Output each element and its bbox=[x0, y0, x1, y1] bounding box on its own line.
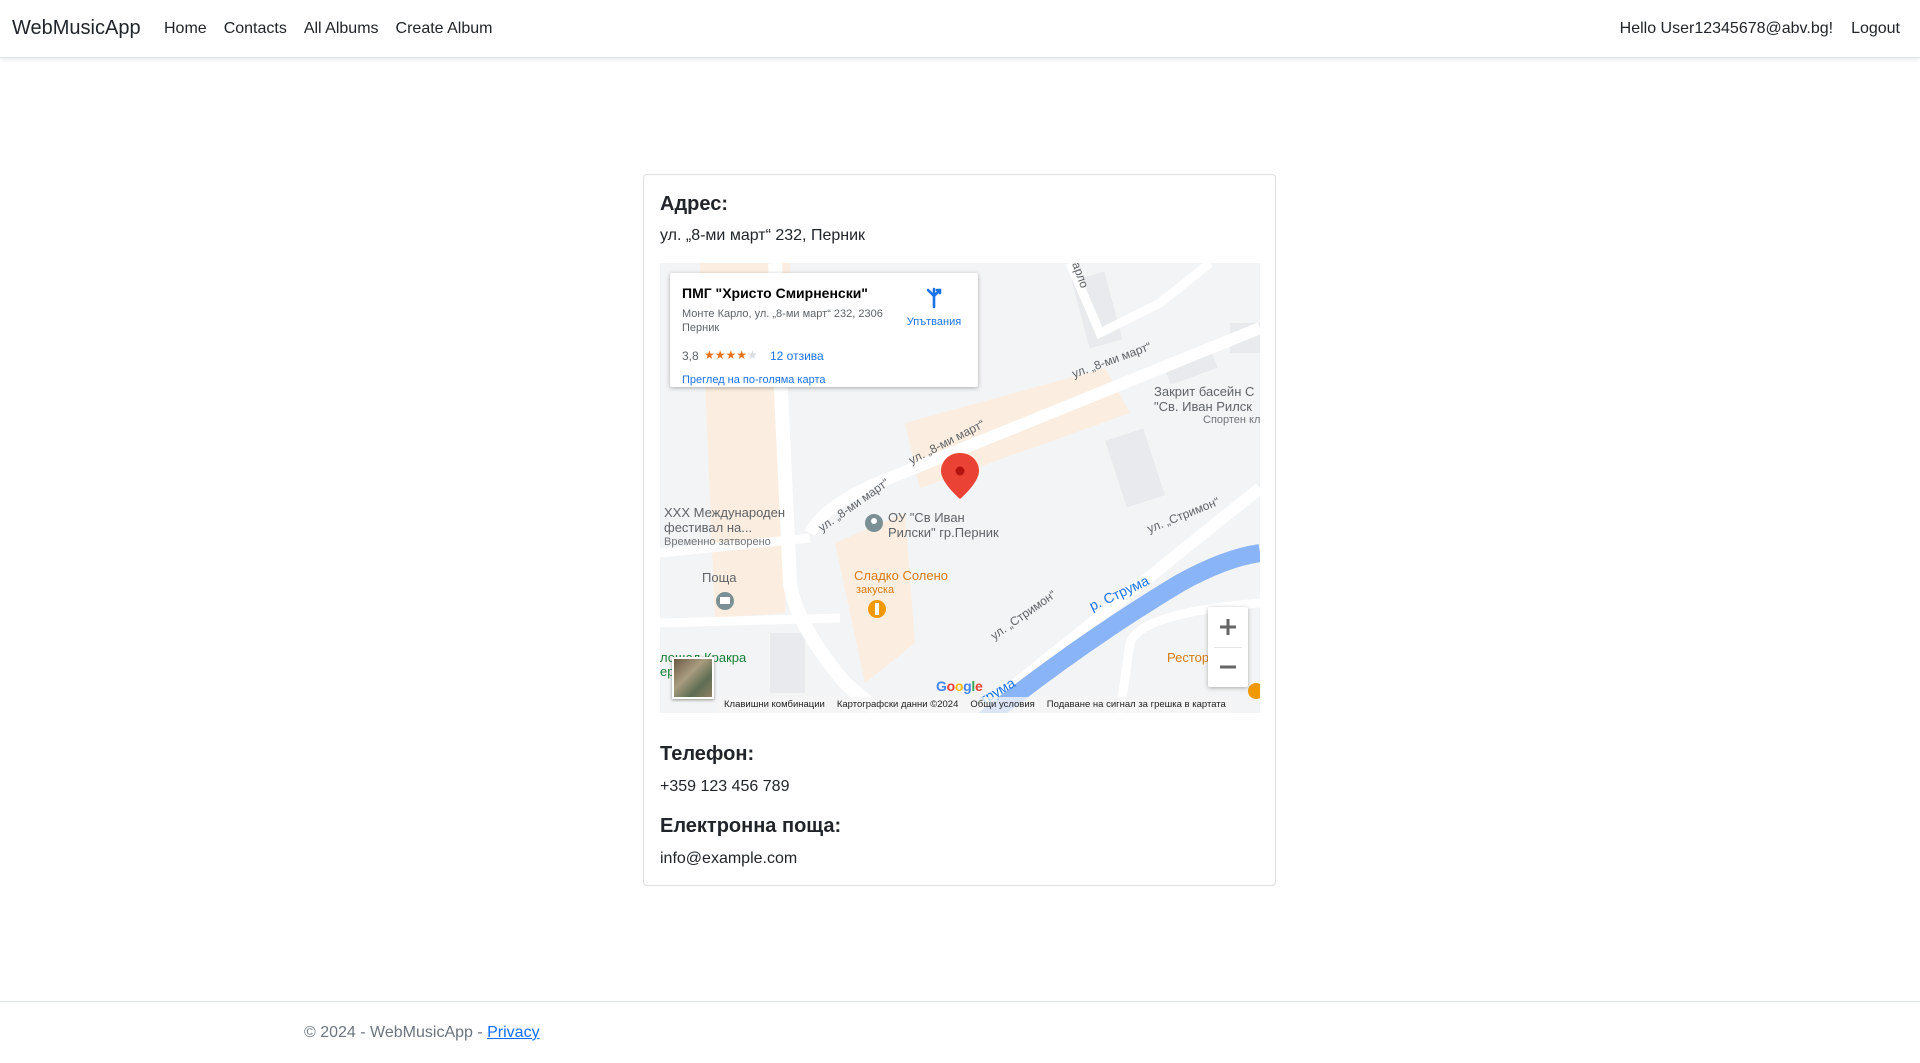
navbar: WebMusicApp Home Contacts All Albums Cre… bbox=[0, 0, 1920, 58]
directions-button[interactable]: Упътвания bbox=[896, 287, 972, 328]
nav-contacts[interactable]: Contacts bbox=[224, 20, 287, 38]
brand-link[interactable]: WebMusicApp bbox=[12, 17, 141, 40]
report-error-link[interactable]: Подаване на сигнал за грешка в картата bbox=[1041, 697, 1232, 713]
satellite-toggle-thumbnail[interactable] bbox=[672, 657, 714, 699]
terms-link[interactable]: Общи условия bbox=[964, 697, 1040, 713]
nav-links: Home Contacts All Albums Create Album bbox=[164, 20, 492, 38]
poi-school-label[interactable]: Рилски" гр.Перник bbox=[888, 525, 999, 540]
poi-post-label[interactable]: Поща bbox=[702, 570, 737, 585]
poi-pool-label[interactable]: "Св. Иван Рилск bbox=[1154, 399, 1252, 414]
poi-festival-label[interactable]: XXX Международен bbox=[664, 505, 785, 520]
footer: © 2024 - WebMusicApp - Privacy bbox=[0, 1001, 1920, 1063]
place-address: Монте Карло, ул. „8-ми март“ 232, 2306 П… bbox=[682, 308, 883, 334]
privacy-link[interactable]: Privacy bbox=[487, 1024, 539, 1041]
place-rating: 3,8 bbox=[682, 349, 699, 363]
user-greeting[interactable]: Hello User12345678@abv.bg! bbox=[1620, 20, 1833, 38]
google-map[interactable]: ул. „8-ми март“ ул. „8-ми март“ ул. „8-м… bbox=[660, 263, 1260, 713]
reviews-link[interactable]: 12 отзива bbox=[770, 349, 824, 363]
poi-festival-label[interactable]: фестивал на... bbox=[664, 520, 752, 535]
nav-user-area: Hello User12345678@abv.bg! Logout bbox=[1620, 20, 1900, 38]
phone-value: +359 123 456 789 bbox=[660, 778, 790, 795]
copyright-text: © 2024 - WebMusicApp - bbox=[304, 1024, 488, 1041]
poi-food-type: закуска bbox=[856, 584, 895, 596]
poi-food-label[interactable]: Сладко Солено bbox=[854, 568, 948, 583]
place-info-card: ПМГ "Христо Смирненски" Монте Карло, ул.… bbox=[670, 273, 978, 387]
rating-stars-icon: ★★★★★ bbox=[704, 348, 758, 362]
contact-card: Адрес: ул. „8-ми март“ 232, Перник ул. „… bbox=[643, 174, 1276, 886]
minus-icon bbox=[1220, 665, 1236, 669]
address-value: ул. „8-ми март“ 232, Перник bbox=[660, 227, 866, 244]
plus-icon bbox=[1220, 619, 1236, 635]
address-label: Адрес: bbox=[660, 193, 728, 215]
poi-pool-label[interactable]: Закрит басейн С bbox=[1154, 384, 1254, 399]
nav-create-album[interactable]: Create Album bbox=[396, 20, 493, 38]
larger-map-link[interactable]: Преглед на по-голяма карта bbox=[682, 374, 826, 386]
phone-label: Телефон: bbox=[660, 743, 755, 765]
zoom-out-button[interactable] bbox=[1208, 647, 1248, 687]
zoom-controls bbox=[1208, 607, 1248, 687]
directions-icon bbox=[926, 287, 942, 309]
poi-festival-status: Временно затворено bbox=[664, 536, 771, 548]
nav-home[interactable]: Home bbox=[164, 20, 207, 38]
keyboard-shortcuts-link[interactable]: Клавишни комбинации bbox=[718, 697, 831, 713]
map-attribution-bar: Клавишни комбинации Картографски данни ©… bbox=[718, 697, 1232, 713]
google-logo: Google bbox=[936, 678, 983, 694]
email-label: Електронна поща: bbox=[660, 815, 842, 837]
footer-text: © 2024 - WebMusicApp - Privacy bbox=[304, 1024, 540, 1042]
nav-all-albums[interactable]: All Albums bbox=[304, 20, 379, 38]
map-data-credit: Картографски данни ©2024 bbox=[836, 699, 959, 710]
poi-school-label[interactable]: ОУ "Св Иван bbox=[888, 510, 965, 525]
place-name: ПМГ "Христо Смирненски" bbox=[682, 285, 868, 301]
directions-label: Упътвания bbox=[906, 316, 962, 328]
logout-button[interactable]: Logout bbox=[1851, 20, 1900, 38]
poi-pool-type: Спортен кл bbox=[1203, 414, 1260, 426]
zoom-in-button[interactable] bbox=[1208, 607, 1248, 647]
email-value: info@example.com bbox=[660, 850, 798, 867]
